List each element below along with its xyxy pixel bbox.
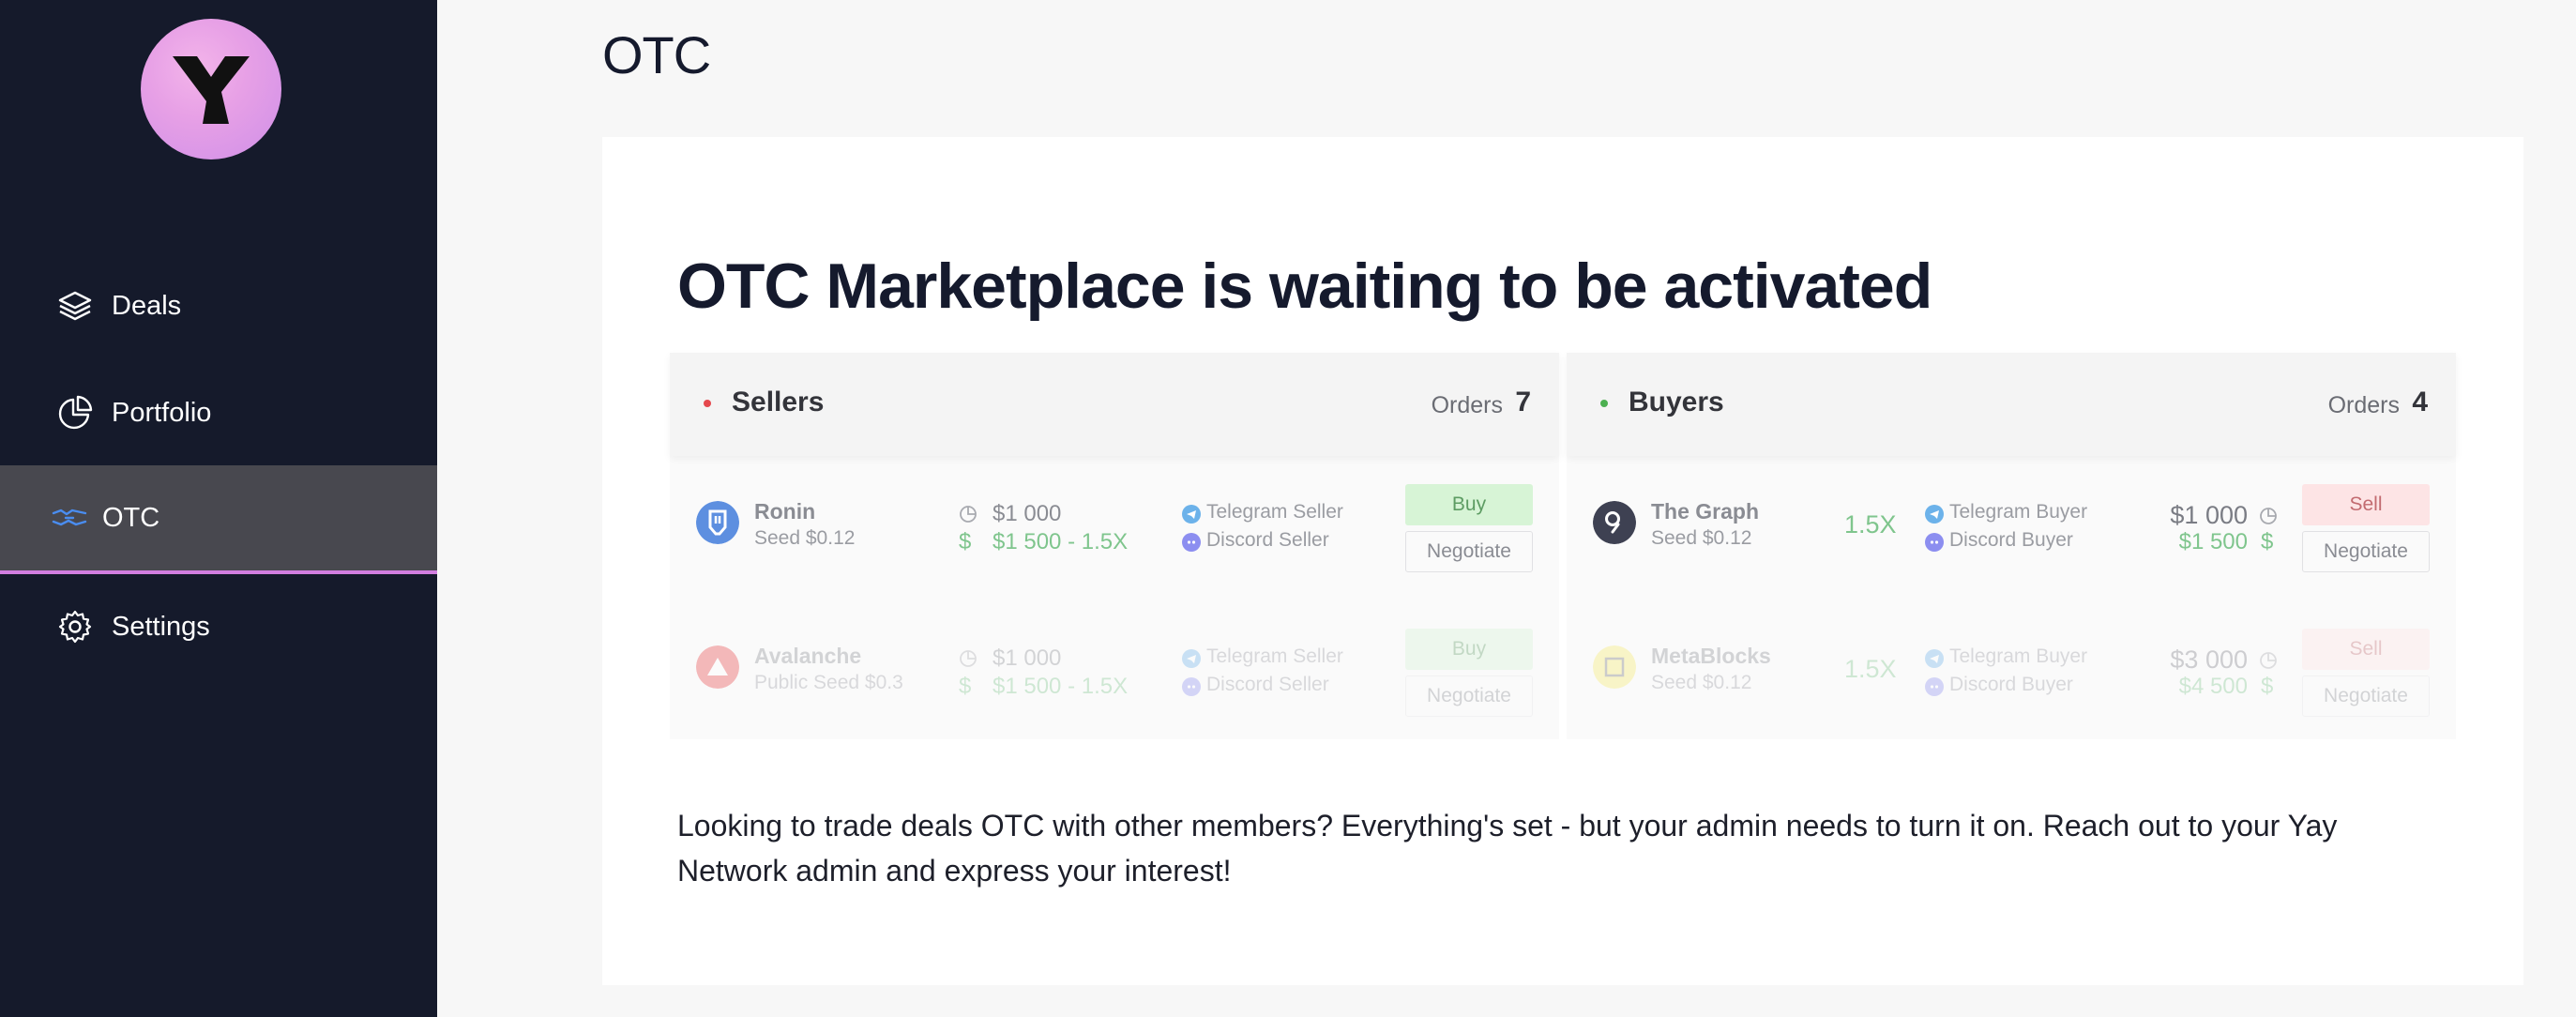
sellers-title: Sellers: [732, 387, 825, 417]
negotiate-button[interactable]: Negotiate: [2302, 675, 2430, 717]
telegram-icon[interactable]: [1182, 649, 1201, 668]
buyers-orders-count: 4: [2412, 387, 2428, 417]
buy-target-price: $4 500: [2178, 674, 2248, 699]
asset-round: Seed $0.12: [754, 527, 856, 549]
handshake-icon: [52, 508, 87, 526]
sidebar-item-label: Deals: [112, 291, 182, 321]
multiplier: 1.5X: [1844, 655, 1897, 683]
buy-price: $1 000: [2170, 501, 2248, 529]
sidebar-item-otc[interactable]: OTC: [0, 465, 437, 574]
buyers-panel-header: Buyers Orders 4: [1567, 353, 2456, 456]
sellers-orders-label: Orders: [1431, 392, 1503, 418]
avalanche-token-icon: [696, 645, 739, 689]
sidebar-item-deals[interactable]: Deals: [0, 253, 437, 358]
the-graph-token-icon: [1593, 501, 1636, 544]
pie-chart-icon: [2260, 652, 2277, 669]
asset-round: Seed $0.12: [1651, 672, 1752, 693]
telegram-icon[interactable]: [1925, 649, 1944, 668]
sellers-panel: Sellers Orders 7 Ronin Seed $0.12 $1 000…: [670, 353, 1559, 739]
sidebar-item-label: Portfolio: [112, 398, 212, 428]
pie-chart-icon: [960, 650, 977, 667]
buyers-panel: Buyers Orders 4 The Graph Seed $0.12 1.5…: [1567, 353, 2456, 739]
sellers-orders-count: 7: [1515, 387, 1531, 417]
discord-icon[interactable]: [1182, 533, 1201, 552]
page-title: OTC: [602, 25, 711, 84]
telegram-buyer-link[interactable]: Telegram Buyer: [1949, 645, 2087, 668]
telegram-buyer-link[interactable]: Telegram Buyer: [1949, 501, 2087, 524]
negotiate-button[interactable]: Negotiate: [2302, 531, 2430, 572]
sidebar-item-portfolio[interactable]: Portfolio: [0, 360, 437, 465]
otc-activation-card: OTC Marketplace is waiting to be activat…: [602, 137, 2523, 985]
y-logo-icon: [173, 56, 250, 124]
sellers-status-dot: [704, 400, 711, 407]
pie-chart-icon: [960, 506, 977, 523]
dollar-icon: $: [959, 529, 972, 554]
asset-round: Public Seed $0.3: [754, 672, 903, 693]
buy-button[interactable]: Buy: [1405, 484, 1533, 525]
table-row: Ronin Seed $0.12 $1 000 $ $1 500 - 1.5X …: [670, 458, 1559, 600]
sell-price: $1 000: [993, 501, 1062, 526]
table-row: MetaBlocks Seed $0.12 1.5X Telegram Buye…: [1567, 602, 2456, 745]
sell-button[interactable]: Sell: [2302, 484, 2430, 525]
telegram-icon[interactable]: [1925, 505, 1944, 524]
ronin-token-icon: [696, 501, 739, 544]
buyers-title: Buyers: [1629, 387, 1724, 417]
telegram-seller-link[interactable]: Telegram Seller: [1206, 645, 1343, 668]
discord-icon[interactable]: [1182, 677, 1201, 696]
sidebar-item-label: OTC: [102, 503, 160, 533]
asset-name: The Graph: [1651, 499, 1760, 524]
buy-button[interactable]: Buy: [1405, 629, 1533, 670]
buy-price: $3 000: [2170, 645, 2248, 674]
discord-icon[interactable]: [1925, 533, 1944, 552]
telegram-icon[interactable]: [1182, 505, 1201, 524]
sell-price: $1 000: [993, 645, 1062, 671]
dollar-icon: $: [2261, 674, 2274, 699]
activation-description: Looking to trade deals OTC with other me…: [677, 809, 2338, 888]
asset-round: Seed $0.12: [1651, 527, 1752, 549]
sidebar-item-label: Settings: [112, 612, 210, 642]
pie-chart-icon: [2260, 508, 2277, 524]
asset-name: MetaBlocks: [1651, 644, 1771, 668]
yay-logo[interactable]: [141, 19, 281, 159]
pie-chart-icon: [58, 395, 93, 430]
negotiate-button[interactable]: Negotiate: [1405, 675, 1533, 717]
telegram-seller-link[interactable]: Telegram Seller: [1206, 501, 1343, 524]
table-row: The Graph Seed $0.12 1.5X Telegram Buyer…: [1567, 458, 2456, 600]
buy-target-price: $1 500: [2178, 529, 2248, 554]
discord-seller-link[interactable]: Discord Seller: [1206, 674, 1329, 696]
buyers-orders-label: Orders: [2327, 392, 2400, 418]
negotiate-button[interactable]: Negotiate: [1405, 531, 1533, 572]
asset-name: Avalanche: [754, 644, 862, 668]
dollar-icon: $: [959, 674, 972, 699]
sell-target-price: $1 500 - 1.5X: [993, 529, 1129, 554]
sidebar: Deals Portfolio OTC Settings: [0, 0, 437, 1017]
discord-icon[interactable]: [1925, 677, 1944, 696]
gear-icon: [58, 610, 92, 644]
metablocks-token-icon: [1593, 645, 1636, 689]
activation-headline: OTC Marketplace is waiting to be activat…: [677, 250, 1932, 322]
sellers-panel-header: Sellers Orders 7: [670, 353, 1559, 456]
sell-button[interactable]: Sell: [2302, 629, 2430, 670]
sell-target-price: $1 500 - 1.5X: [993, 674, 1129, 699]
discord-buyer-link[interactable]: Discord Buyer: [1949, 674, 2073, 696]
discord-buyer-link[interactable]: Discord Buyer: [1949, 529, 2073, 552]
sidebar-item-settings[interactable]: Settings: [0, 574, 437, 679]
multiplier: 1.5X: [1844, 510, 1897, 539]
table-row: Avalanche Public Seed $0.3 $1 000 $ $1 5…: [670, 602, 1559, 745]
buyers-status-dot: [1600, 400, 1608, 407]
asset-name: Ronin: [754, 499, 816, 524]
discord-seller-link[interactable]: Discord Seller: [1206, 529, 1329, 552]
layers-icon: [58, 291, 92, 321]
dollar-icon: $: [2261, 529, 2274, 554]
